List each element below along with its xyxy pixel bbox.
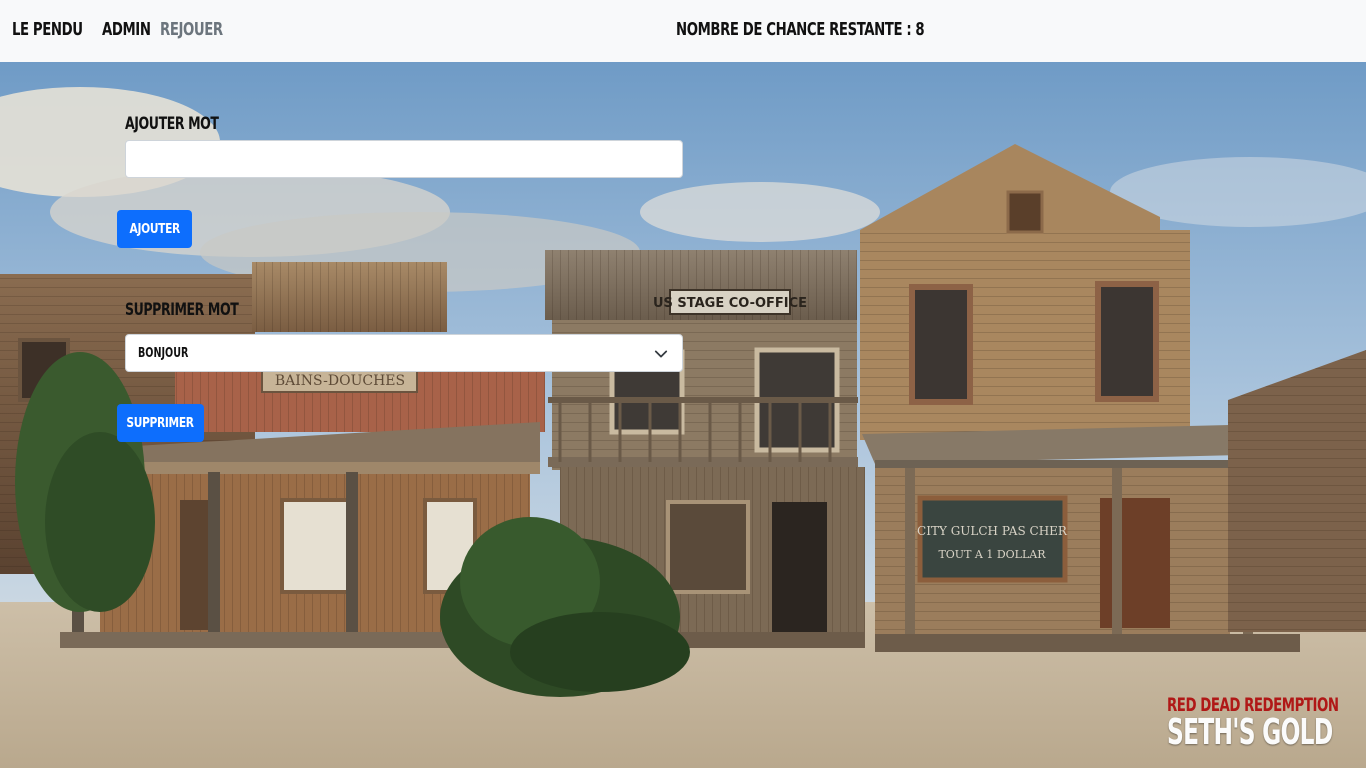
word-select-value: BONJOUR [138,346,189,361]
add-word-label: AJOUTER MOT [125,114,219,134]
add-word-input[interactable] [125,140,683,178]
chevron-down-icon [654,350,668,358]
delete-word-label: SUPPRIMER MOT [125,300,239,320]
delete-word-button[interactable]: SUPPRIMER [117,404,204,442]
word-select[interactable]: BONJOUR [125,334,683,372]
delete-word-button-label: SUPPRIMER [126,415,195,431]
add-word-button-label: AJOUTER [129,221,180,237]
nav-brand-link[interactable]: LE PENDU [12,19,83,40]
stage-office-sign: US STAGE CO-OFFICE [653,296,807,311]
game-logo-title: SETH'S GOLD [1167,712,1333,753]
store-sign-line1: CITY GULCH PAS CHER [917,524,1068,538]
remaining-chances-status: NOMBRE DE CHANCE RESTANTE : 8 [676,19,925,40]
nav-admin-link[interactable]: ADMIN [102,19,151,40]
nav-replay-link[interactable]: REJOUER [160,19,223,40]
bath-house-sign: BAINS-DOUCHES [275,373,405,389]
add-word-button[interactable]: AJOUTER [117,210,192,248]
navbar: LE PENDU ADMIN REJOUER NOMBRE DE CHANCE … [0,0,1366,62]
store-sign-line2: TOUT A 1 DOLLAR [938,548,1046,561]
